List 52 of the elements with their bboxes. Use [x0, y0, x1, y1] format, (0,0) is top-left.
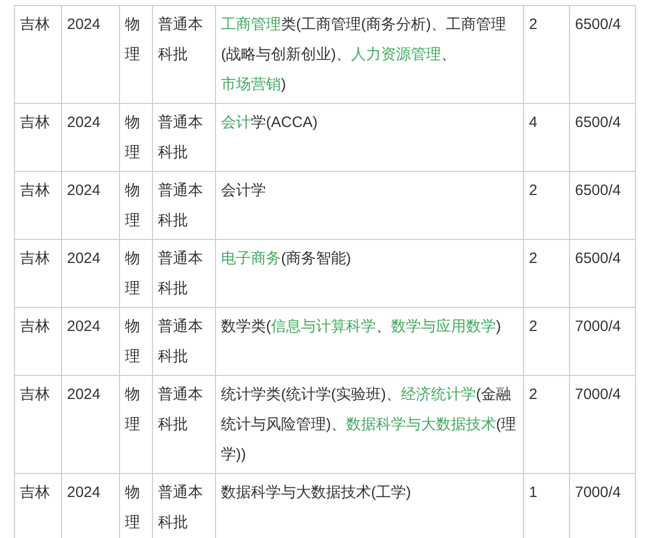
table-cell: 物理	[120, 104, 152, 172]
table-cell: 物理	[120, 172, 152, 240]
table-cell: 7000/4	[570, 376, 636, 474]
link[interactable]: 经济统计学	[401, 386, 476, 403]
table-cell: 2024	[62, 308, 120, 376]
table-cell: 2	[524, 172, 570, 240]
table-cell: 吉林	[14, 104, 62, 172]
table-cell: 数学类(信息与计算科学、数学与应用数学)	[216, 308, 524, 376]
table-cell: 2024	[62, 6, 120, 104]
link[interactable]: 会计	[221, 114, 251, 131]
table-cell: 6500/4	[570, 6, 636, 104]
table-cell: 物理	[120, 240, 152, 308]
table-cell: 6500/4	[570, 104, 636, 172]
table-cell: 吉林	[14, 308, 62, 376]
table-cell: 物理	[120, 376, 152, 474]
table-cell: 物理	[120, 308, 152, 376]
table-cell: 2024	[62, 376, 120, 474]
table-cell: 工商管理类(工商管理(商务分析)、工商管理(战略与创新创业)、人力资源管理、 市场营销)	[216, 6, 524, 104]
table-cell: 普通本科批	[152, 6, 216, 104]
table-cell: 统计学类(统计学(实验班)、经济统计学(金融统计与风险管理)、数据科学与大数据技术(理学))	[216, 376, 524, 474]
table-cell: 7000/4	[570, 308, 636, 376]
table-cell: 普通本科批	[152, 104, 216, 172]
table-cell: 会计学(ACCA)	[216, 104, 524, 172]
table-cell: 2024	[62, 240, 120, 308]
table-cell: 普通本科批	[152, 308, 216, 376]
table-cell: 4	[524, 104, 570, 172]
table-cell: 电子商务(商务智能)	[216, 240, 524, 308]
link[interactable]: 人力资源管理	[351, 46, 441, 63]
table-cell: 吉林	[14, 240, 62, 308]
table-cell: 普通本科批	[152, 376, 216, 474]
link[interactable]: 电子商务	[221, 250, 281, 267]
link[interactable]: 工商管理	[221, 16, 281, 33]
table-cell: 吉林	[14, 376, 62, 474]
table-cell: 会计学	[216, 172, 524, 240]
table-cell: 6500/4	[570, 172, 636, 240]
link[interactable]: 信息与计算科学	[271, 318, 376, 335]
table-cell: 普通本科批	[152, 240, 216, 308]
table-cell: 吉林	[14, 474, 62, 538]
table-cell: 6500/4	[570, 240, 636, 308]
table-cell: 2024	[62, 172, 120, 240]
table-cell: 吉林	[14, 6, 62, 104]
table-cell: 2	[524, 6, 570, 104]
table-cell: 物理	[120, 6, 152, 104]
table-cell: 2	[524, 308, 570, 376]
table-cell: 吉林	[14, 172, 62, 240]
table-cell: 普通本科批	[152, 172, 216, 240]
link[interactable]: 市场营销	[221, 76, 281, 93]
table-cell: 2	[524, 240, 570, 308]
link[interactable]: 数学与应用数学	[391, 318, 496, 335]
table-cell: 2024	[62, 104, 120, 172]
link[interactable]: 数据科学与大数据技术	[346, 416, 496, 433]
table-cell: 2	[524, 376, 570, 474]
